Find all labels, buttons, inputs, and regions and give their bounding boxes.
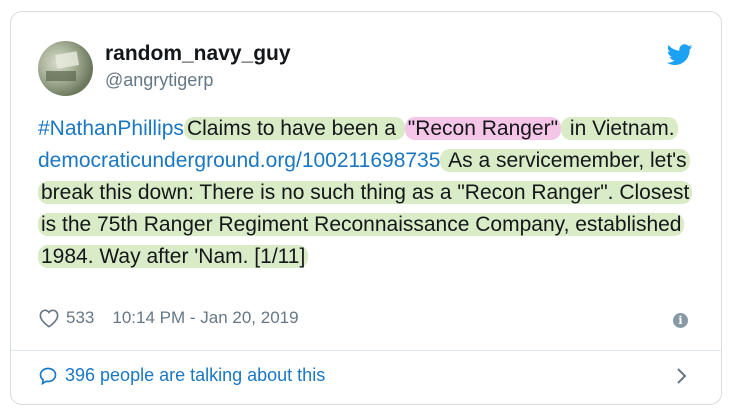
like-count: 533 [66,308,95,327]
quoted-phrase: "Recon Ranger" [404,117,562,140]
tweet-text: #NathanPhillips Claims to have been a "Re… [38,113,698,273]
tweet-meta: 533 10:14 PM - Jan 20, 2019 [38,308,299,328]
talking-count: 396 people are talking about this [65,365,326,385]
url-link[interactable]: democraticunderground.org/100211698735 [38,149,440,172]
speech-bubble-icon [39,367,57,385]
divider [10,350,722,351]
chevron-right-icon[interactable] [676,367,688,385]
avatar[interactable] [38,41,93,96]
user-handle[interactable]: @angrytigerp [105,70,213,91]
conversation-link[interactable]: 396 people are talking about this [38,365,325,386]
timestamp[interactable]: 10:14 PM - Jan 20, 2019 [112,308,298,328]
heart-icon[interactable] [38,308,60,328]
info-icon[interactable]: i [673,313,688,328]
twitter-bird-icon[interactable] [667,44,693,66]
tweet-text-segment: Claims to have been a [183,117,405,140]
display-name[interactable]: random_navy_guy [105,42,291,66]
hashtag-link[interactable]: #NathanPhillips [38,117,184,140]
tweet-text-segment: in Vietnam. [561,117,678,140]
